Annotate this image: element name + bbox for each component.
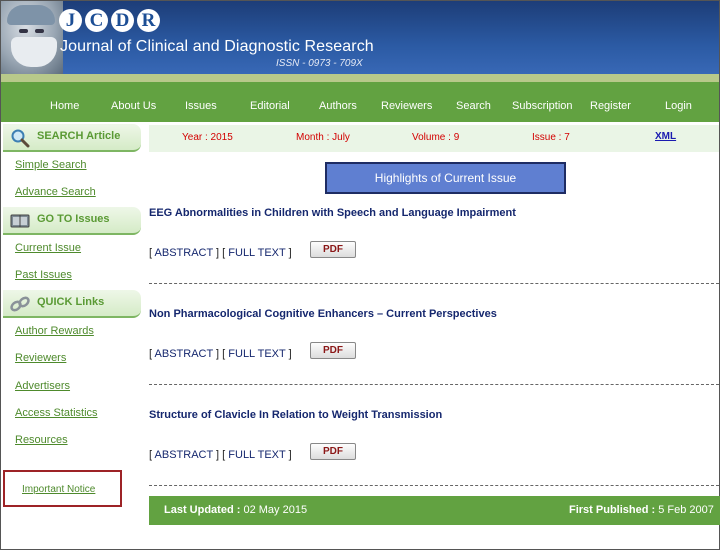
nav-subscription[interactable]: Subscription [512, 82, 573, 122]
issue-year: Year : 2015 [182, 132, 233, 143]
article-item: EEG Abnormalities in Children with Speec… [149, 207, 719, 308]
search-article-header: SEARCH Article [3, 124, 141, 152]
main-nav: Home About Us Issues Editorial Authors R… [1, 82, 719, 122]
search-article-label: SEARCH Article [37, 130, 121, 142]
article-divider [149, 283, 719, 284]
quick-links-label: QUICK Links [37, 296, 105, 308]
magnifier-icon [11, 129, 30, 148]
xml-link[interactable]: XML [655, 131, 676, 142]
quick-links-header: QUICK Links [3, 290, 141, 318]
nav-login[interactable]: Login [665, 82, 692, 122]
issue-number: Issue : 7 [532, 132, 570, 143]
issue-volume: Volume : 9 [412, 132, 460, 143]
first-published: First Published : 5 Feb 2007 [569, 504, 714, 516]
article-item: Non Pharmacological Cognitive Enhancers … [149, 308, 719, 409]
article-divider [149, 485, 719, 486]
logo-letter: D [111, 9, 134, 32]
logo-letter: R [137, 9, 160, 32]
first-published-label: First Published : [569, 504, 656, 516]
nav-editorial[interactable]: Editorial [250, 82, 290, 122]
article-title[interactable]: EEG Abnormalities in Children with Speec… [149, 207, 516, 219]
header-strip [1, 74, 719, 82]
book-icon [10, 214, 30, 228]
pdf-button[interactable]: PDF [310, 241, 356, 258]
abstract-link[interactable]: ABSTRACT [155, 348, 213, 360]
issue-month: Month : July [296, 132, 350, 143]
reviewers-link[interactable]: Reviewers [15, 352, 66, 364]
full-text-link[interactable]: FULL TEXT [228, 449, 285, 461]
issue-info-bar: Year : 2015 Month : July Volume : 9 Issu… [149, 125, 719, 152]
nav-about-us[interactable]: About Us [111, 82, 156, 122]
access-statistics-link[interactable]: Access Statistics [15, 407, 98, 419]
go-to-issues-header: GO TO Issues [3, 207, 141, 235]
resources-link[interactable]: Resources [15, 434, 68, 446]
footer-bar: Last Updated : 02 May 2015 First Publish… [149, 496, 720, 525]
full-text-link[interactable]: FULL TEXT [228, 348, 285, 360]
nav-authors[interactable]: Authors [319, 82, 357, 122]
chain-link-icon [10, 296, 30, 312]
logo-letter: J [59, 9, 82, 32]
article-links: [ ABSTRACT ] [ FULL TEXT ] [149, 247, 292, 259]
go-to-issues-label: GO TO Issues [37, 213, 110, 225]
past-issues-link[interactable]: Past Issues [15, 269, 72, 281]
logo-letter: C [85, 9, 108, 32]
pdf-button[interactable]: PDF [310, 443, 356, 460]
issn-label: ISSN - 0973 - 709X [276, 58, 363, 69]
current-issue-link[interactable]: Current Issue [15, 242, 81, 254]
last-updated-label: Last Updated : [164, 504, 241, 516]
nav-reviewers[interactable]: Reviewers [381, 82, 432, 122]
pdf-button[interactable]: PDF [310, 342, 356, 359]
nav-home[interactable]: Home [50, 82, 79, 122]
site-banner: J C D R Journal of Clinical and Diagnost… [1, 1, 719, 74]
last-updated-value: 02 May 2015 [243, 504, 308, 516]
important-notice-link[interactable]: Important Notice [22, 484, 95, 495]
advertisers-link[interactable]: Advertisers [15, 380, 70, 392]
abstract-link[interactable]: ABSTRACT [155, 247, 213, 259]
simple-search-link[interactable]: Simple Search [15, 159, 87, 171]
full-text-link[interactable]: FULL TEXT [228, 247, 285, 259]
nav-issues[interactable]: Issues [185, 82, 217, 122]
journal-name: Journal of Clinical and Diagnostic Resea… [60, 38, 374, 55]
abstract-link[interactable]: ABSTRACT [155, 449, 213, 461]
article-item: Structure of Clavicle In Relation to Wei… [149, 409, 719, 510]
important-notice-box: Important Notice [3, 470, 122, 507]
sidebar: SEARCH Article Simple Search Advance Sea… [1, 122, 147, 550]
article-divider [149, 384, 719, 385]
nav-search[interactable]: Search [456, 82, 491, 122]
last-updated: Last Updated : 02 May 2015 [164, 504, 307, 516]
article-title[interactable]: Structure of Clavicle In Relation to Wei… [149, 409, 442, 421]
jcdr-logo[interactable]: J C D R [59, 9, 160, 32]
article-links: [ ABSTRACT ] [ FULL TEXT ] [149, 449, 292, 461]
article-links: [ ABSTRACT ] [ FULL TEXT ] [149, 348, 292, 360]
first-published-value: 5 Feb 2007 [658, 504, 714, 516]
article-title[interactable]: Non Pharmacological Cognitive Enhancers … [149, 308, 497, 320]
author-rewards-link[interactable]: Author Rewards [15, 325, 94, 337]
advance-search-link[interactable]: Advance Search [15, 186, 96, 198]
nav-register[interactable]: Register [590, 82, 631, 122]
highlights-button[interactable]: Highlights of Current Issue [325, 162, 566, 194]
doctor-photo [1, 1, 63, 74]
